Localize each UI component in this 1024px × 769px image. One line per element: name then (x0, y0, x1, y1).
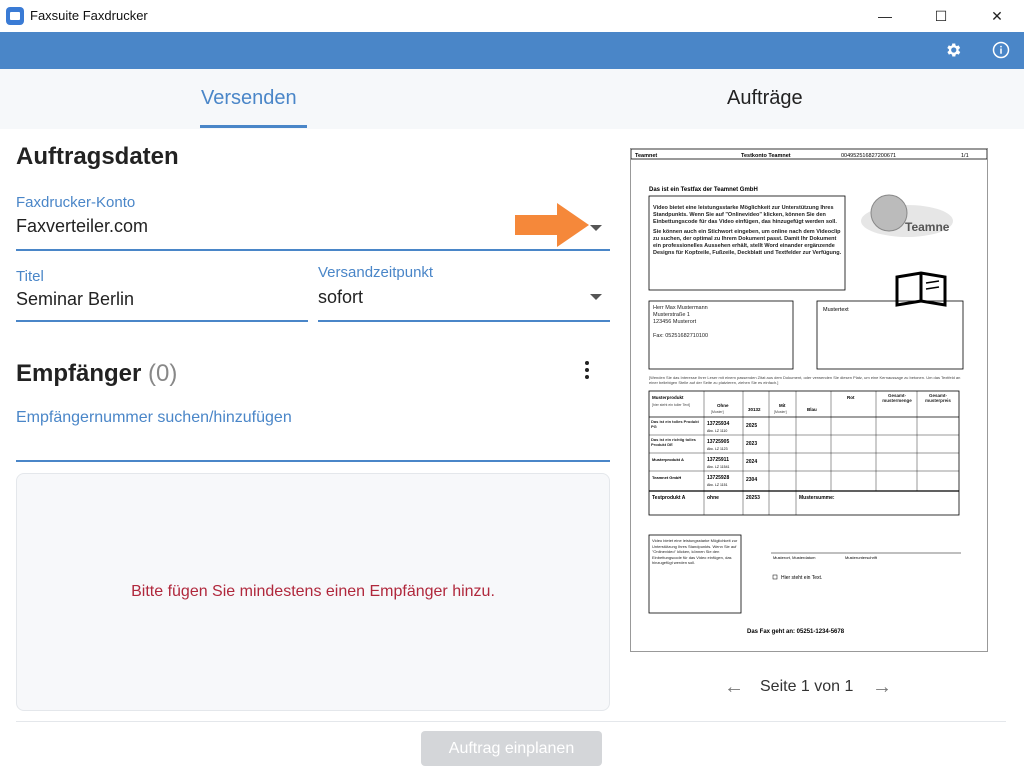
schedule-job-button[interactable]: Auftrag einplanen (421, 731, 602, 766)
fax-table-cell: Abc. LZ 1151 (707, 483, 728, 487)
fax-table-total: 20253 (746, 495, 760, 501)
send-time-select[interactable]: sofort (318, 287, 363, 308)
fax-footer: Das Fax geht an: 05251-1234-5678 (747, 629, 845, 635)
fax-printer-icon (6, 7, 24, 25)
annotation-arrow-icon (515, 203, 589, 247)
fax-table-subheader: [Muster] (774, 410, 787, 414)
book-icon (895, 271, 947, 307)
teamnet-logo: Teamne (905, 220, 950, 234)
fax-table-total: Mustersumme: (799, 495, 835, 501)
title-bar: Faxsuite Faxdrucker — ☐ ✕ (0, 0, 1024, 32)
send-time-label: Versandzeitpunkt (318, 264, 434, 281)
fax-table-cell: 2025 (746, 423, 757, 429)
window-title: Faxsuite Faxdrucker (30, 8, 148, 23)
fax-table-cell: Abc. LZ 1110 (707, 429, 727, 433)
fax-table-header: Mit (779, 403, 786, 408)
fax-table-cell: Abc. LZ 11541 (707, 465, 730, 469)
gear-icon[interactable] (943, 41, 963, 61)
section-heading-empfaenger: Empfänger (0) (16, 360, 177, 388)
arrow-left-icon[interactable]: ← (724, 676, 744, 699)
fax-header-mid: Testkonto Teamnet (741, 153, 791, 159)
active-tab-indicator (200, 125, 307, 128)
fax-table-cell: 13725911 (707, 457, 729, 463)
info-icon[interactable] (991, 41, 1011, 61)
preview-pager: ← Seite 1 von 1 → (720, 676, 900, 700)
tab-versenden[interactable]: Versenden (201, 87, 297, 110)
fax-table-header: Rot (847, 395, 855, 400)
account-underline (16, 249, 610, 251)
fax-table-subheader: [Muster] (711, 410, 724, 414)
empty-recipients-message: Bitte fügen Sie mindestens einen Empfäng… (131, 583, 495, 600)
fax-address-line: Musterstraße 1 (653, 312, 690, 318)
fax-table-cell: Abc. LZ 1123 (707, 447, 728, 451)
fax-address-line: Fax: 05251682710100 (653, 333, 709, 339)
fax-table-cell: 2023 (746, 441, 757, 447)
fax-table-header: Gesamt-mustermenge (882, 393, 912, 403)
chevron-down-icon[interactable] (590, 225, 602, 231)
fax-table-cell: 2024 (746, 459, 757, 465)
arrow-right-icon[interactable]: → (872, 676, 892, 699)
fax-info-text-1: Video bietet eine leistungsstarke Möglic… (653, 205, 837, 225)
fax-table-total: ohne (707, 495, 719, 501)
fax-table-subheader: [hier steht ein toller Text] (652, 403, 690, 407)
fax-address-line: 123456 Musterort (653, 319, 697, 325)
title-label: Titel (16, 268, 44, 285)
minimize-button[interactable]: — (862, 0, 908, 32)
fax-mustertext: Mustertext (823, 307, 849, 313)
fax-header-page: 1/1 (961, 153, 969, 159)
fax-table-cell: Das ist ein tolles Produkt PG (651, 419, 699, 429)
fax-preview: Teamnet Testkonto Teamnet 00495251682720… (630, 148, 988, 652)
fax-bottom-box-text: Video bietet eine leistungsstarke Möglic… (652, 538, 738, 565)
fax-checkbox-text: Hier steht ein Text. (781, 575, 822, 581)
chevron-down-icon[interactable] (590, 294, 602, 300)
recipient-search-underline (16, 460, 610, 462)
fax-table-header: Musterprodukt (652, 395, 684, 400)
fax-table-cell: 13725934 (707, 421, 729, 427)
fax-checkbox-icon (772, 574, 778, 580)
fax-title: Das ist ein Testfax der Teamnet GmbH (649, 187, 758, 193)
send-time-underline (318, 320, 610, 322)
fax-header-fax: 004952516827200671 (841, 153, 896, 159)
section-heading-auftragsdaten: Auftragsdaten (16, 143, 179, 170)
fax-table-cell: 13725905 (707, 439, 729, 445)
footer-divider (16, 721, 1006, 722)
title-input[interactable]: Seminar Berlin (16, 289, 134, 310)
tab-bar: Versenden Aufträge (0, 69, 1024, 129)
fax-signature-left: Musterort, Musterdatum (773, 555, 816, 560)
tab-auftraege[interactable]: Aufträge (727, 87, 803, 110)
page-indicator: Seite 1 von 1 (760, 678, 854, 695)
fax-header-left: Teamnet (635, 153, 657, 159)
toolbar (0, 32, 1024, 69)
fax-address-line: Herr Max Mustermann (653, 305, 708, 311)
fax-table-total: Testprodukt A (652, 495, 686, 501)
more-options-icon[interactable] (584, 361, 590, 381)
fax-table-header: Blau (807, 407, 817, 412)
fax-table-cell: Musterprodukt A (652, 457, 684, 462)
fax-table-cell: 13725928 (707, 475, 729, 481)
fax-info-text-2: Sie können auch ein Stichwort eingeben, … (653, 229, 842, 256)
fax-note: [Wenden Sie das Interesse Ihrer Leser mi… (649, 375, 961, 385)
account-label: Faxdrucker-Konto (16, 194, 136, 211)
recipient-search-input[interactable]: Empfängernummer suchen/hinzufügen (16, 409, 292, 427)
fax-table-header: 30132 (748, 407, 761, 412)
fax-table-cell: Das ist ein richtig tolles Produkt DE (651, 437, 696, 447)
recipients-count: (0) (148, 360, 178, 387)
account-select[interactable]: Faxverteiler.com (16, 216, 148, 237)
recipients-heading-text: Empfänger (16, 360, 142, 387)
fax-table-header: Ohne (717, 403, 729, 408)
fax-page: Teamnet Testkonto Teamnet 00495251682720… (630, 148, 988, 635)
recipient-list: Bitte fügen Sie mindestens einen Empfäng… (16, 473, 610, 711)
fax-table-header: Gesamt-musterpreis (925, 393, 951, 403)
fax-table-cell: Teamnet GmbH (652, 475, 681, 480)
title-underline (16, 320, 308, 322)
close-button[interactable]: ✕ (974, 0, 1020, 32)
maximize-button[interactable]: ☐ (918, 0, 964, 32)
fax-table-cell: 2304 (746, 477, 757, 483)
fax-signature-right: Musterunterschrift (845, 555, 878, 560)
